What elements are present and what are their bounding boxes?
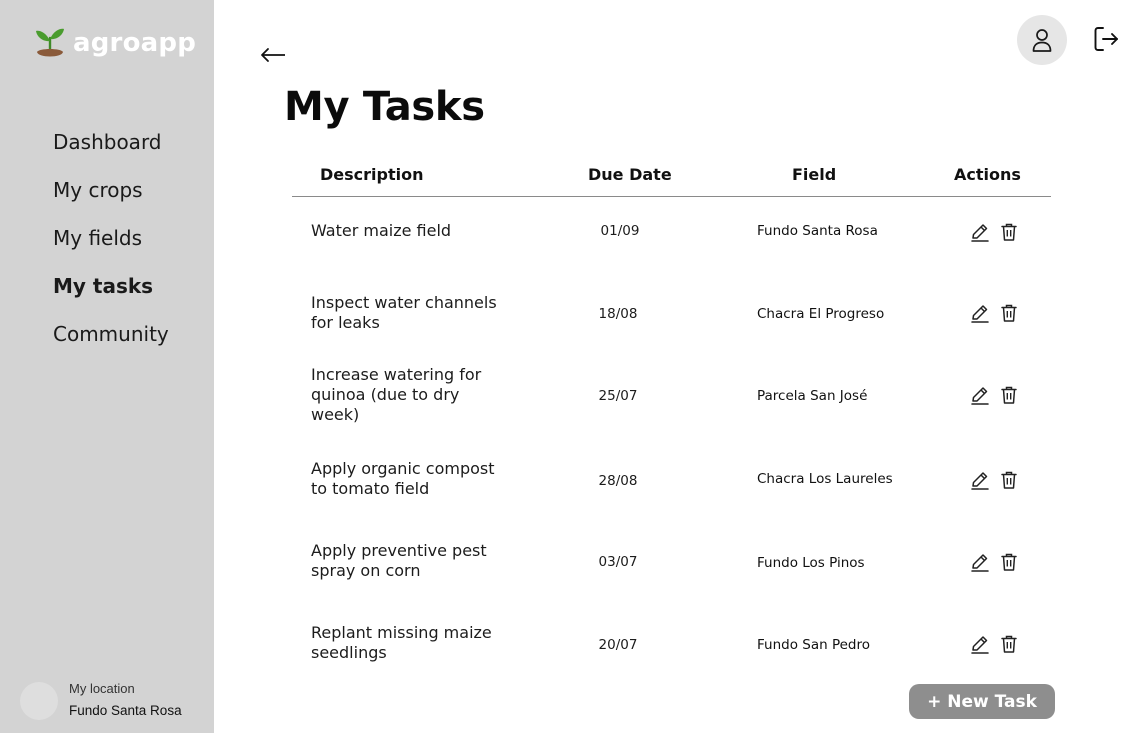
sidebar: agroapp Dashboard My crops My fields My … <box>0 0 214 733</box>
edit-icon[interactable] <box>969 469 991 491</box>
task-description: Water maize field <box>311 221 452 240</box>
brand[interactable]: agroapp <box>34 24 196 62</box>
task-due-date: 28/08 <box>598 473 638 489</box>
sprout-logo-icon <box>36 28 64 57</box>
task-description: Replant missing maize seedlings <box>311 623 492 662</box>
task-field: Fundo Santa Rosa <box>757 223 878 239</box>
trash-icon[interactable] <box>998 384 1020 406</box>
task-due-date: 18/08 <box>598 306 638 322</box>
edit-icon[interactable] <box>969 221 991 243</box>
column-header-actions: Actions <box>954 165 1021 184</box>
task-due-date: 01/09 <box>600 223 640 239</box>
task-description: Inspect water channels for leaks <box>311 293 497 332</box>
location-text: My location Fundo Santa Rosa <box>69 680 182 720</box>
location-value: Fundo Santa Rosa <box>69 702 182 718</box>
location-avatar <box>20 682 58 720</box>
column-header-field[interactable]: Field <box>792 165 836 184</box>
page-title: My Tasks <box>284 84 485 130</box>
sidebar-nav: Dashboard My crops My fields My tasks Co… <box>53 126 169 366</box>
column-header-due-date[interactable]: Due Date <box>588 165 672 184</box>
app-name: agroapp <box>73 28 197 58</box>
logout-icon[interactable] <box>1092 24 1120 54</box>
task-description: Apply preventive pest spray on corn <box>311 541 487 580</box>
location-widget[interactable]: My location Fundo Santa Rosa <box>20 680 182 720</box>
column-header-description[interactable]: Description <box>320 165 423 184</box>
edit-icon[interactable] <box>969 633 991 655</box>
task-field: Fundo Los Pinos <box>757 555 865 571</box>
sidebar-item-dashboard[interactable]: Dashboard <box>53 126 169 174</box>
task-field: Parcela San José <box>757 388 868 404</box>
edit-icon[interactable] <box>969 551 991 573</box>
task-field: Chacra El Progreso <box>757 306 885 322</box>
trash-icon[interactable] <box>998 551 1020 573</box>
profile-button[interactable] <box>1017 15 1067 65</box>
trash-icon[interactable] <box>998 221 1020 243</box>
sidebar-item-my-crops[interactable]: My crops <box>53 174 169 222</box>
task-field: Fundo San Pedro <box>757 637 870 653</box>
sidebar-item-my-tasks[interactable]: My tasks <box>53 270 169 318</box>
trash-icon[interactable] <box>998 633 1020 655</box>
task-due-date: 20/07 <box>598 637 638 653</box>
task-description: Increase watering for quinoa (due to dry… <box>311 365 482 424</box>
trash-icon[interactable] <box>998 302 1020 324</box>
sidebar-item-my-fields[interactable]: My fields <box>53 222 169 270</box>
user-icon <box>1032 29 1052 52</box>
task-description: Apply organic compost to tomato field <box>311 459 495 498</box>
task-field: Chacra Los Laureles <box>757 471 893 487</box>
task-due-date: 03/07 <box>598 554 638 570</box>
trash-icon[interactable] <box>998 469 1020 491</box>
task-due-date: 25/07 <box>598 388 638 404</box>
location-label: My location <box>69 680 135 696</box>
edit-icon[interactable] <box>969 384 991 406</box>
sidebar-item-community[interactable]: Community <box>53 318 169 366</box>
edit-icon[interactable] <box>969 302 991 324</box>
new-task-button[interactable]: + New Task <box>909 684 1055 719</box>
arrow-left-icon[interactable] <box>258 40 288 70</box>
table-header: Description Due Date Field Actions <box>292 160 1051 197</box>
